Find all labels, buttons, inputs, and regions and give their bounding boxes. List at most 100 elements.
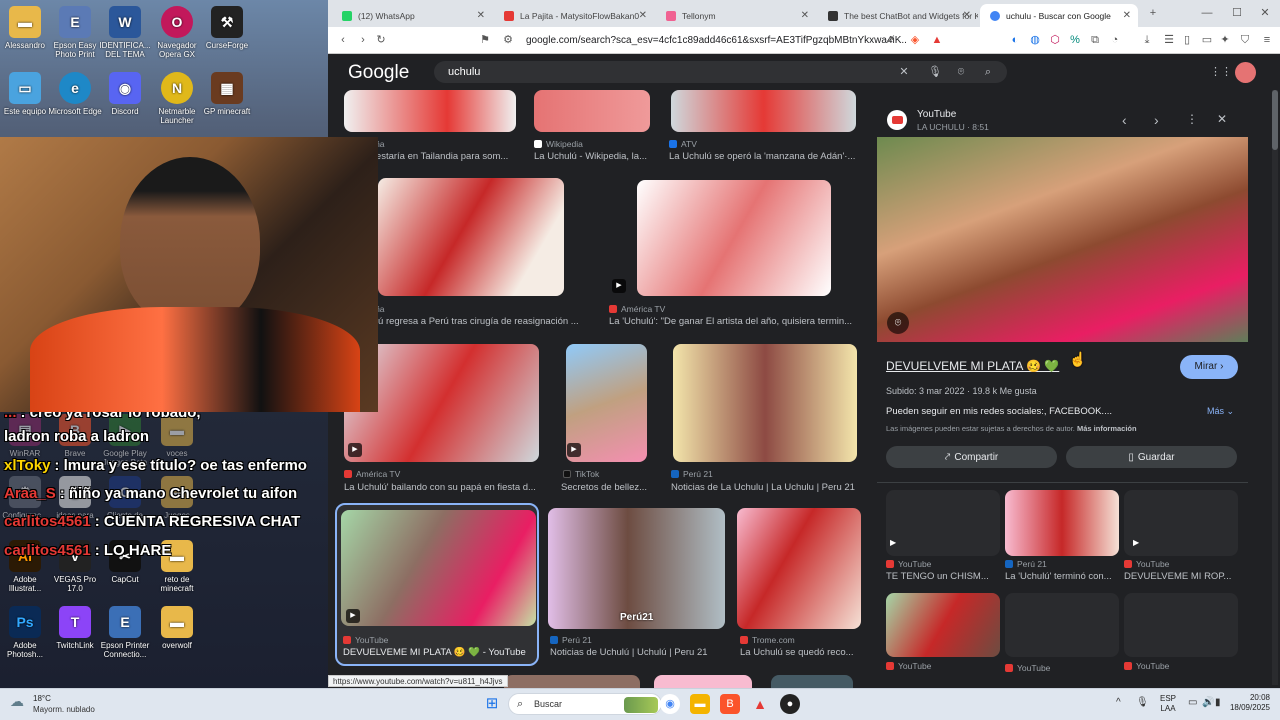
brave-rewards-icon[interactable]: ▲ — [930, 33, 944, 47]
obs-icon[interactable]: ● — [780, 694, 800, 714]
search-box[interactable] — [434, 61, 1007, 83]
clock[interactable]: 20:08 18/09/2025 — [1226, 693, 1270, 713]
weather-desc[interactable]: Mayorm. nublado — [33, 705, 95, 714]
extensions-puzzle-icon[interactable]: ⧉ — [1088, 33, 1102, 47]
result-thumbnail[interactable] — [504, 675, 640, 688]
media-icon[interactable]: ☰ — [1162, 33, 1176, 47]
lens-icon[interactable]: ⌾ — [955, 66, 967, 78]
close-tab-icon[interactable]: ✕ — [477, 10, 485, 21]
avatar[interactable] — [1235, 62, 1256, 83]
brave-icon[interactable]: B — [720, 694, 740, 714]
share-icon[interactable]: ↗ — [883, 33, 897, 47]
brave-rewards-icon[interactable]: ▲ — [750, 694, 770, 714]
desktop-icon-discord[interactable]: ◉ Discord — [98, 72, 152, 116]
related-thumbnail[interactable] — [1124, 490, 1238, 556]
show-hidden-icons[interactable]: ^ — [1116, 697, 1121, 708]
weather-icon[interactable]: ☁ — [10, 693, 32, 715]
desktop-icon-epson-photo[interactable]: E Epson Easy Photo Print — [48, 6, 102, 59]
sidebar-icon[interactable]: ▯ — [1180, 33, 1194, 47]
menu-icon[interactable]: ≡ — [1260, 33, 1274, 47]
result-thumbnail[interactable] — [341, 510, 536, 626]
result-caption[interactable]: DEVUELVEME MI PLATA 🥴 💚 - YouTube — [343, 647, 533, 658]
tab-whatsapp[interactable]: (12) WhatsApp ✕ — [332, 4, 492, 27]
network-icon[interactable]: ▭ — [1188, 697, 1197, 708]
minimize-icon[interactable]: — — [1200, 6, 1214, 20]
battery-icon[interactable]: ▮ — [1215, 697, 1221, 708]
result-caption[interactable]: Noticias de Uchulú | Uchulú | Peru 21 — [550, 647, 730, 658]
preview-image[interactable] — [877, 137, 1248, 342]
desktop-icon-gp-minecraft[interactable]: ▦ GP minecraft — [200, 72, 254, 116]
bookmark-icon[interactable]: ⚑ — [478, 33, 492, 47]
result-thumbnail[interactable] — [771, 675, 853, 688]
result-caption[interactable]: La Uchulú - Wikipedia, la... — [534, 151, 652, 162]
new-tab-icon[interactable]: + — [1146, 6, 1160, 20]
related-thumbnail[interactable] — [1005, 490, 1119, 556]
tab-tellonym[interactable]: Tellonym ✕ — [656, 4, 816, 27]
tab-chatbot[interactable]: The best ChatBot and Widgets for K ✕ — [818, 4, 978, 27]
result-thumbnail[interactable] — [548, 508, 725, 629]
scrollbar[interactable] — [1272, 90, 1278, 685]
result-thumbnail[interactable] — [378, 178, 564, 296]
result-thumbnail[interactable] — [673, 344, 857, 462]
desktop-icon-twitchlink[interactable]: T TwitchLink — [48, 606, 102, 650]
result-caption[interactable]: La Uchulú se quedó reco... — [740, 647, 862, 658]
url-field[interactable]: google.com/search?sca_esv=4cfc1c89add46c… — [526, 32, 906, 49]
save-button[interactable]: ▯ Guardar — [1066, 446, 1237, 468]
related-thumbnail[interactable] — [886, 490, 1000, 556]
close-panel-icon[interactable]: ✕ — [1217, 112, 1227, 126]
result-caption[interactable]: Noticias de La Uchulu | La Uchulu | Peru… — [671, 482, 861, 493]
desktop-icon-this-pc[interactable]: ▭ Este equipo — [0, 72, 52, 116]
search-icon[interactable]: ⌕ — [982, 66, 994, 78]
desktop-icon-opera-gx[interactable]: O Navegador Opera GX — [150, 6, 204, 59]
volume-icon[interactable]: 🔊 — [1202, 697, 1214, 708]
related-caption[interactable]: La 'Uchulú' terminó con... — [1005, 571, 1119, 582]
taskbar-search[interactable]: ⌕ Buscar — [508, 693, 662, 715]
desktop-icon-netmarble[interactable]: N Netmarble Launcher — [150, 72, 204, 125]
chrome-icon[interactable]: ◉ — [660, 694, 680, 714]
close-tab-icon[interactable]: ✕ — [963, 10, 971, 21]
maximize-icon[interactable]: ☐ — [1230, 6, 1244, 20]
clear-search-icon[interactable]: ✕ — [898, 66, 910, 78]
result-caption[interactable]: La 'Uchulú': "De ganar El artista del añ… — [609, 316, 859, 327]
tab-la-pajita[interactable]: La Pajita - MatysitoFlowBakan0 ✕ — [494, 4, 654, 27]
related-caption[interactable]: DEVUELVEME MI ROP... — [1124, 571, 1238, 582]
lens-search-icon[interactable]: ⌾ — [887, 312, 909, 334]
related-caption[interactable]: TE TENGO un CHISM... — [886, 571, 998, 582]
extension-icon[interactable]: ◍ — [1028, 33, 1042, 47]
google-logo[interactable]: Google — [348, 62, 409, 84]
result-thumbnail[interactable] — [534, 90, 650, 132]
extension-icon[interactable]: ◔ — [1108, 33, 1122, 47]
reload-icon[interactable]: ↻ — [374, 33, 388, 47]
vpn-icon[interactable]: ⛉ — [1238, 33, 1252, 47]
more-info-link[interactable]: Más información — [1077, 424, 1137, 433]
desktop-icon-overwolf[interactable]: ▬ overwolf — [150, 606, 204, 650]
microphone-icon[interactable]: 🎙 — [928, 66, 942, 78]
extension-icon[interactable]: ◐ — [1008, 33, 1022, 47]
wallet-icon[interactable]: ▭ — [1200, 33, 1214, 47]
result-caption[interactable]: Secretos de bellez... — [561, 482, 649, 493]
result-caption[interactable]: ...lú regresa a Perú tras cirugía de rea… — [368, 316, 588, 327]
related-thumbnail[interactable] — [1005, 593, 1119, 657]
start-icon[interactable]: ⊞ — [482, 694, 502, 714]
file-explorer-icon[interactable]: ▬ — [690, 694, 710, 714]
desktop-icon-curseforge[interactable]: ⚒ CurseForge — [200, 6, 254, 50]
close-tab-icon[interactable]: ✕ — [801, 10, 809, 21]
desktop-icon-epson-printer[interactable]: E Epson Printer Connectio... — [98, 606, 152, 659]
site-info-icon[interactable]: ⚙ — [502, 33, 514, 47]
extension-icon[interactable]: ⬡ — [1048, 33, 1062, 47]
more-link[interactable]: Más ⌄ — [1207, 406, 1234, 417]
more-options-icon[interactable]: ⋮ — [1186, 112, 1198, 126]
share-button[interactable]: ⤤ Compartir — [886, 446, 1057, 468]
related-thumbnail[interactable] — [886, 593, 1000, 657]
scrollbar-thumb[interactable] — [1272, 90, 1278, 150]
microphone-icon[interactable]: 🎙 — [1136, 697, 1149, 708]
result-thumbnail[interactable] — [654, 675, 752, 688]
related-thumbnail[interactable] — [1124, 593, 1238, 657]
desktop-icon-word-doc[interactable]: W IDENTIFICA... DEL TEMA — [98, 6, 152, 59]
result-caption[interactable]: La Uchulú se operó la 'manzana de Adán'·… — [669, 151, 859, 162]
desktop-icon-photoshop[interactable]: Ps Adobe Photosh... — [0, 606, 52, 659]
search-input[interactable] — [448, 64, 868, 80]
close-tab-icon[interactable]: ✕ — [1123, 10, 1131, 21]
close-tab-icon[interactable]: ✕ — [639, 10, 647, 21]
desktop-icon-alessandro[interactable]: ▬ Alessandro — [0, 6, 52, 50]
